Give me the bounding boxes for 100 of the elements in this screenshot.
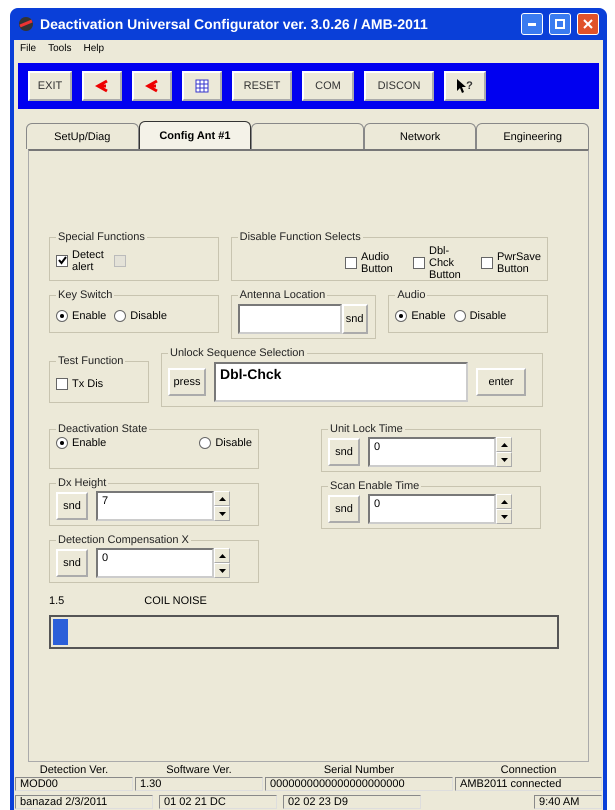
window-title: Deactivation Universal Configurator ver. 3.0.26 / AMB-2011	[40, 16, 429, 32]
help-button[interactable]: ?	[444, 71, 486, 101]
group-title: Detection Compensation X	[57, 534, 190, 546]
radio-button[interactable]	[454, 310, 466, 322]
status-value: banazad 2/3/2011	[15, 795, 153, 809]
grid-icon	[195, 79, 209, 93]
tab[interactable]: Engineering	[476, 123, 589, 149]
option-label: Enable	[72, 310, 106, 322]
maximize-button[interactable]	[549, 13, 571, 35]
group-title: Disable Function Selects	[238, 231, 362, 243]
checkbox[interactable]	[345, 257, 357, 269]
option-label: Disable	[130, 310, 167, 322]
checkbox-label: Dbl-Chck Button	[429, 245, 462, 281]
status-value: 1.30	[135, 777, 263, 791]
up-arrow-icon	[500, 442, 508, 446]
tab[interactable]	[251, 123, 364, 149]
send-button[interactable]: snd	[328, 438, 360, 466]
icon-button[interactable]	[82, 71, 122, 101]
option-label: Enable	[72, 437, 106, 449]
number-field[interactable]: 0	[368, 437, 496, 467]
group-title: Special Functions	[57, 231, 146, 243]
menu-item[interactable]: File	[20, 43, 36, 54]
send-button[interactable]: snd	[342, 304, 368, 334]
minimize-icon	[528, 22, 536, 26]
radio-button[interactable]	[56, 310, 68, 322]
status-heading: Serial Number	[322, 764, 396, 776]
group-title: Dx Height	[57, 477, 108, 489]
checkbox[interactable]	[481, 257, 493, 269]
checkbox[interactable]	[56, 378, 68, 390]
minimize-button[interactable]	[521, 13, 543, 35]
enter-button[interactable]: enter	[476, 368, 526, 396]
spinner[interactable]	[496, 437, 512, 467]
close-icon	[583, 19, 593, 29]
status-value: AMB2011 connected	[455, 777, 602, 791]
status-heading: Connection	[500, 764, 558, 776]
noise-reading: 1.5	[49, 595, 64, 607]
status-value: 0000000000000000000000	[265, 777, 453, 791]
press-button[interactable]: press	[168, 368, 206, 396]
checkbox[interactable]	[56, 254, 68, 266]
toolbar-button[interactable]: RESET	[232, 71, 292, 101]
app-icon	[18, 16, 34, 32]
option-label: Enable	[411, 310, 446, 322]
noise-label: COIL NOISE	[144, 595, 207, 607]
radio-button[interactable]	[114, 310, 126, 322]
menu-item[interactable]: Tools	[48, 43, 72, 54]
status-value: MOD00	[15, 777, 133, 791]
arrow-icon	[145, 79, 159, 93]
checkbox[interactable]	[413, 257, 425, 269]
down-arrow-icon	[218, 568, 226, 572]
send-button[interactable]: snd	[56, 549, 88, 577]
arrow-icon	[95, 79, 109, 93]
tab[interactable]: SetUp/Diag	[26, 123, 139, 149]
down-arrow-icon	[500, 514, 508, 518]
checkbox-label: PwrSave Button	[497, 251, 541, 275]
toolbar-button[interactable]: DISCON	[364, 71, 434, 101]
close-button[interactable]	[577, 13, 599, 35]
checkbox-label: Detect alert	[72, 248, 105, 272]
up-arrow-icon	[500, 500, 508, 504]
group-title: Deactivation State	[57, 423, 148, 435]
radio-button[interactable]	[56, 437, 68, 449]
group-title: Scan Enable Time	[329, 480, 420, 492]
group-title: Unit Lock Time	[329, 423, 404, 435]
sequence-field[interactable]: Dbl-Chck	[214, 362, 468, 402]
down-arrow-icon	[218, 512, 226, 516]
number-field[interactable]: 0	[368, 494, 496, 524]
number-field[interactable]: 0	[96, 548, 214, 578]
radio-button[interactable]	[199, 437, 212, 449]
menu-item[interactable]: Help	[83, 43, 104, 54]
group-title: Unlock Sequence Selection	[169, 347, 306, 359]
text-field[interactable]	[238, 304, 342, 334]
spinner[interactable]	[214, 548, 230, 578]
toolbar-button[interactable]: EXIT	[28, 71, 72, 101]
option-label: Disable	[215, 437, 252, 449]
checkbox-label: Audio Button	[361, 251, 394, 275]
spinner[interactable]	[214, 491, 230, 521]
toolbar-button[interactable]: COM	[302, 71, 354, 101]
status-value: 02 02 23 D9	[283, 795, 421, 809]
down-arrow-icon	[500, 458, 508, 462]
number-field[interactable]: 7	[96, 491, 214, 521]
group-title: Test Function	[57, 355, 124, 367]
icon-button[interactable]	[182, 71, 222, 101]
spinner[interactable]	[496, 494, 512, 524]
up-arrow-icon	[218, 554, 226, 558]
up-arrow-icon	[218, 496, 226, 500]
status-heading: Detection Ver.	[38, 764, 110, 776]
option-label: Disable	[470, 310, 506, 322]
status-heading: Software Ver.	[165, 764, 233, 776]
send-button[interactable]: snd	[56, 492, 88, 520]
radio-button[interactable]	[395, 310, 408, 322]
group-title: Antenna Location	[238, 289, 326, 301]
status-value: 01 02 21 DC	[159, 795, 277, 809]
tab[interactable]: Config Ant #1	[138, 121, 252, 149]
tab[interactable]: Network	[364, 123, 476, 149]
pointer-icon	[457, 79, 466, 93]
group-title: Key Switch	[57, 289, 114, 301]
send-button[interactable]: snd	[328, 495, 360, 523]
maximize-icon	[555, 19, 565, 29]
group-title: Audio	[396, 289, 426, 301]
checkbox-label: Tx Dis	[72, 378, 104, 390]
icon-button[interactable]	[132, 71, 172, 101]
